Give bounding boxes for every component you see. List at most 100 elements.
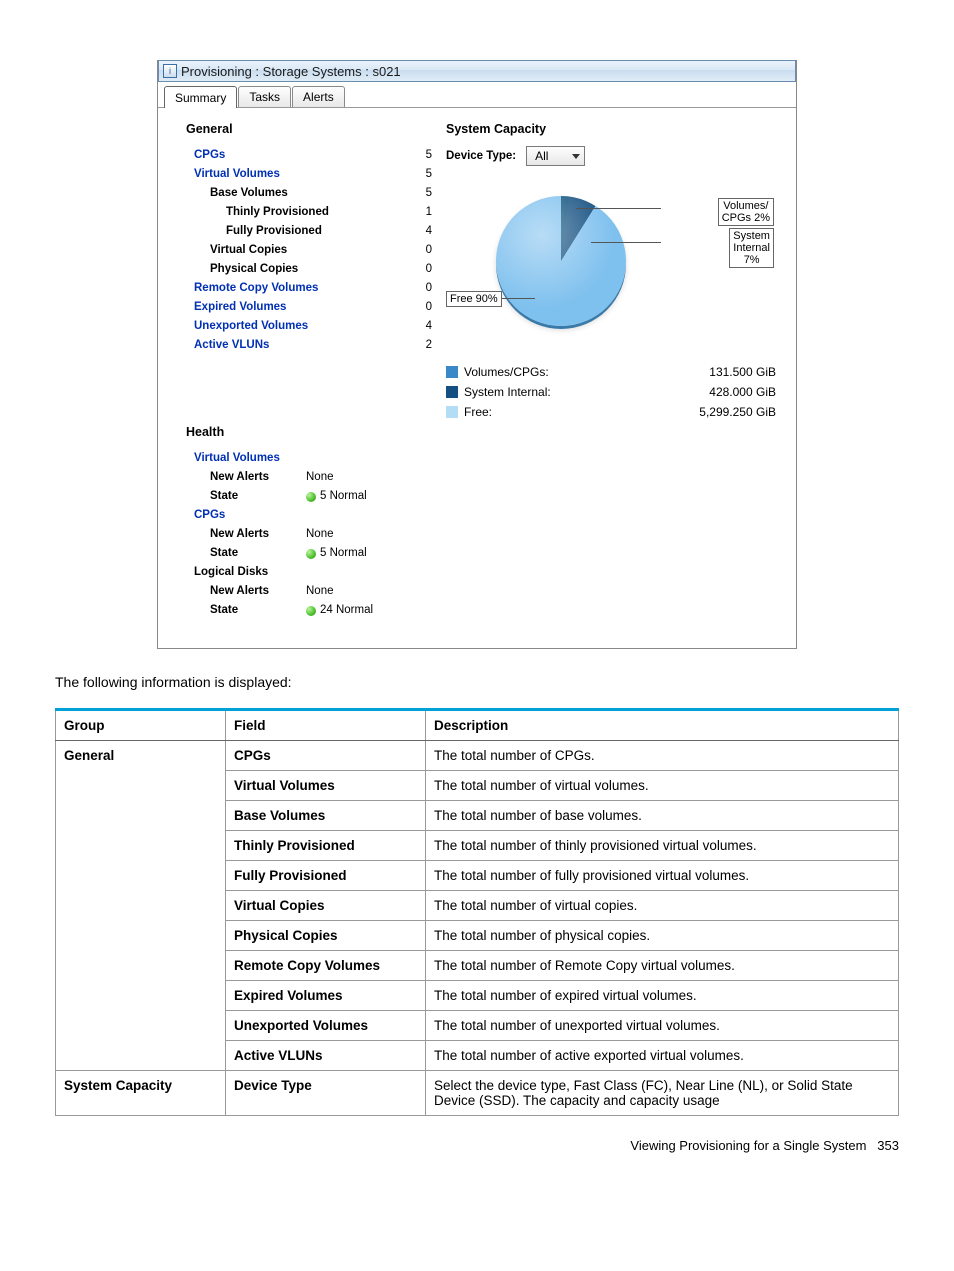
- general-row[interactable]: CPGs5: [186, 146, 446, 165]
- health-row-value: 5 Normal: [306, 487, 367, 506]
- capacity-pie-chart: Volumes/CPGs 2% SystemInternal7% Free 90…: [446, 186, 776, 356]
- cell-field: CPGs: [226, 741, 426, 771]
- cell-field: Device Type: [226, 1071, 426, 1116]
- legend-row: System Internal:428.000 GiB: [446, 382, 776, 402]
- footer-text: Viewing Provisioning for a Single System: [630, 1138, 866, 1153]
- page-footer: Viewing Provisioning for a Single System…: [55, 1138, 899, 1153]
- general-row-value: 0: [416, 241, 446, 260]
- health-group-name[interactable]: Virtual Volumes: [186, 449, 446, 468]
- general-row: Physical Copies0: [186, 260, 446, 279]
- cell-field: Virtual Volumes: [226, 771, 426, 801]
- cell-description: The total number of virtual volumes.: [426, 771, 899, 801]
- general-row: Virtual Copies0: [186, 241, 446, 260]
- capacity-title: System Capacity: [446, 122, 776, 136]
- health-row-label: State: [186, 601, 306, 620]
- cell-description: The total number of fully provisioned vi…: [426, 861, 899, 891]
- general-row-value: 2: [416, 336, 446, 355]
- device-type-value: All: [535, 149, 548, 163]
- general-row-label: Base Volumes: [186, 184, 416, 203]
- cell-field: Unexported Volumes: [226, 1011, 426, 1041]
- health-row-label: New Alerts: [186, 582, 306, 601]
- health-row: New AlertsNone: [186, 582, 446, 601]
- general-row[interactable]: Virtual Volumes5: [186, 165, 446, 184]
- cell-field: Virtual Copies: [226, 891, 426, 921]
- legend-value: 131.500 GiB: [656, 362, 776, 382]
- tab-summary[interactable]: Summary: [164, 86, 237, 108]
- legend-value: 428.000 GiB: [656, 382, 776, 402]
- callout-volumes-cpgs: Volumes/CPGs 2%: [718, 198, 774, 226]
- legend-label: Volumes/CPGs:: [464, 362, 656, 382]
- col-group: Group: [56, 710, 226, 741]
- health-row-label: State: [186, 487, 306, 506]
- general-row-value: 5: [416, 165, 446, 184]
- cell-field: Base Volumes: [226, 801, 426, 831]
- callout-free: Free 90%: [446, 291, 502, 307]
- general-row[interactable]: Active VLUNs2: [186, 336, 446, 355]
- cell-description: The total number of CPGs.: [426, 741, 899, 771]
- cell-description: The total number of unexported virtual v…: [426, 1011, 899, 1041]
- health-row-label: New Alerts: [186, 525, 306, 544]
- status-dot-icon: [306, 492, 316, 502]
- general-row-label[interactable]: CPGs: [186, 146, 416, 165]
- cell-field: Thinly Provisioned: [226, 831, 426, 861]
- cell-field: Fully Provisioned: [226, 861, 426, 891]
- col-description: Description: [426, 710, 899, 741]
- capacity-legend: Volumes/CPGs:131.500 GiBSystem Internal:…: [446, 362, 776, 422]
- chevron-down-icon: [572, 154, 580, 159]
- legend-row: Volumes/CPGs:131.500 GiB: [446, 362, 776, 382]
- legend-label: Free:: [464, 402, 656, 422]
- cell-description: The total number of physical copies.: [426, 921, 899, 951]
- general-row: Thinly Provisioned1: [186, 203, 446, 222]
- table-row: GeneralCPGsThe total number of CPGs.: [56, 741, 899, 771]
- legend-swatch-icon: [446, 366, 458, 378]
- health-row-label: New Alerts: [186, 468, 306, 487]
- general-row-label[interactable]: Active VLUNs: [186, 336, 416, 355]
- health-row-value: 24 Normal: [306, 601, 373, 620]
- health-row: State24 Normal: [186, 601, 446, 620]
- cell-group: General: [56, 741, 226, 1071]
- title-bar: i Provisioning : Storage Systems : s021: [158, 60, 796, 82]
- table-header-row: Group Field Description: [56, 710, 899, 741]
- health-row-value: 5 Normal: [306, 544, 367, 563]
- general-row-value: 5: [416, 146, 446, 165]
- legend-row: Free:5,299.250 GiB: [446, 402, 776, 422]
- legend-value: 5,299.250 GiB: [656, 402, 776, 422]
- intro-text: The following information is displayed:: [55, 674, 899, 690]
- general-row-value: 0: [416, 298, 446, 317]
- general-row-label[interactable]: Expired Volumes: [186, 298, 416, 317]
- table-row: System CapacityDevice TypeSelect the dev…: [56, 1071, 899, 1116]
- general-row-value: 4: [416, 317, 446, 336]
- health-row-value: None: [306, 468, 334, 487]
- info-table: Group Field Description GeneralCPGsThe t…: [55, 708, 899, 1116]
- general-title: General: [186, 122, 446, 136]
- tab-tasks[interactable]: Tasks: [238, 86, 291, 107]
- cell-description: The total number of active exported virt…: [426, 1041, 899, 1071]
- health-row: State5 Normal: [186, 544, 446, 563]
- health-group-name[interactable]: CPGs: [186, 506, 446, 525]
- general-row[interactable]: Remote Copy Volumes0: [186, 279, 446, 298]
- tab-alerts[interactable]: Alerts: [292, 86, 345, 107]
- cell-description: The total number of virtual copies.: [426, 891, 899, 921]
- cell-description: Select the device type, Fast Class (FC),…: [426, 1071, 899, 1116]
- device-type-dropdown[interactable]: All: [526, 146, 585, 166]
- cell-field: Physical Copies: [226, 921, 426, 951]
- general-row[interactable]: Unexported Volumes4: [186, 317, 446, 336]
- status-dot-icon: [306, 549, 316, 559]
- cell-description: The total number of thinly provisioned v…: [426, 831, 899, 861]
- general-row-label[interactable]: Virtual Volumes: [186, 165, 416, 184]
- general-row-value: 0: [416, 279, 446, 298]
- window-title: Provisioning : Storage Systems : s021: [181, 64, 401, 79]
- app-icon: i: [163, 64, 177, 78]
- general-row-label[interactable]: Remote Copy Volumes: [186, 279, 416, 298]
- legend-label: System Internal:: [464, 382, 656, 402]
- general-row-label: Physical Copies: [186, 260, 416, 279]
- general-row: Base Volumes5: [186, 184, 446, 203]
- general-row[interactable]: Expired Volumes0: [186, 298, 446, 317]
- callout-system-internal: SystemInternal7%: [729, 228, 774, 268]
- col-field: Field: [226, 710, 426, 741]
- status-dot-icon: [306, 606, 316, 616]
- general-row-value: 5: [416, 184, 446, 203]
- cell-description: The total number of Remote Copy virtual …: [426, 951, 899, 981]
- general-row-label: Virtual Copies: [186, 241, 416, 260]
- general-row-label[interactable]: Unexported Volumes: [186, 317, 416, 336]
